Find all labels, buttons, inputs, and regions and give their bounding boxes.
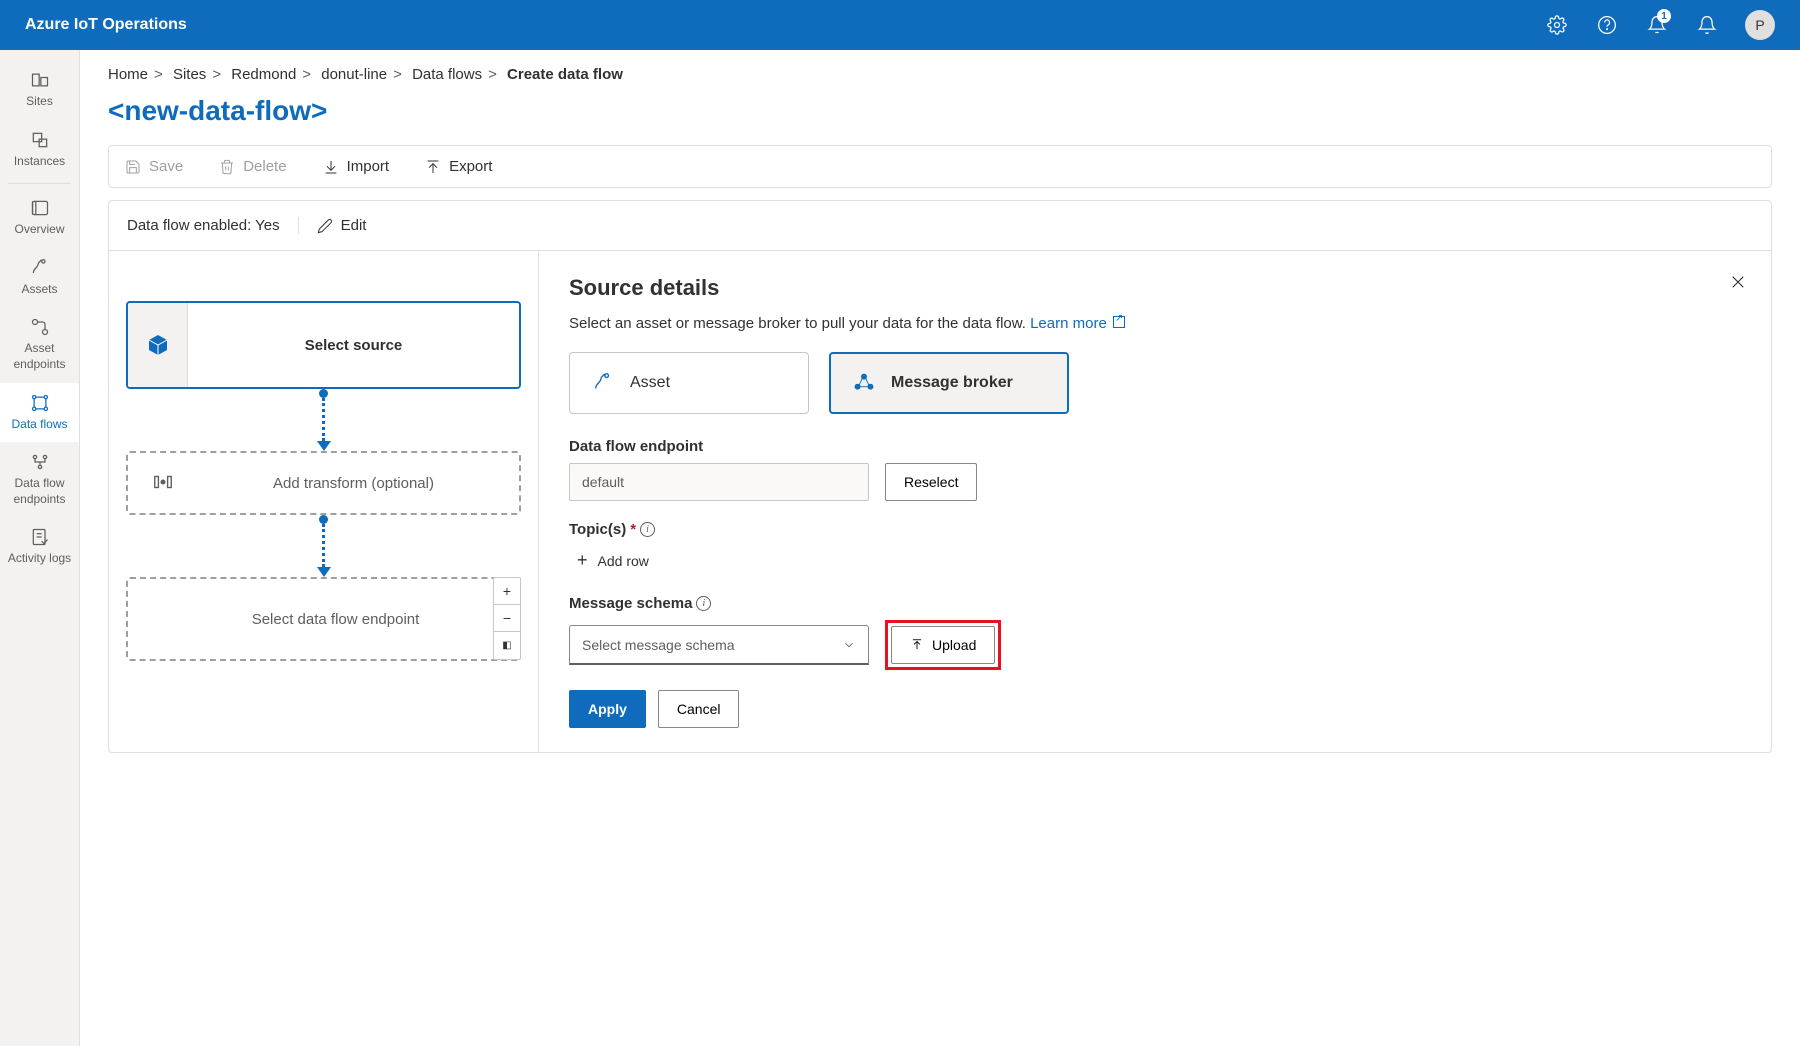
breadcrumb: Home> Sites> Redmond> donut-line> Data f… (108, 66, 1772, 83)
minus-button[interactable]: − (494, 605, 520, 632)
sidebar-item-data-flow-endpoints[interactable]: Data flow endpoints (0, 442, 79, 517)
sidebar-item-instances[interactable]: Instances (0, 120, 79, 180)
info-icon[interactable]: i (696, 596, 711, 611)
delete-button: Delete (219, 158, 286, 175)
breadcrumb-item[interactable]: Redmond (231, 66, 296, 83)
more-button[interactable]: ◧ (494, 632, 520, 659)
topics-label: Topic(s) * i (569, 521, 1741, 538)
plus-button[interactable]: + (494, 578, 520, 605)
header-actions: 1 P (1539, 7, 1775, 43)
reselect-button[interactable]: Reselect (885, 463, 977, 501)
notification-bell-icon[interactable] (1689, 7, 1725, 43)
breadcrumb-item[interactable]: Sites (173, 66, 206, 83)
sidebar: Sites Instances Overview Assets Asset en… (0, 50, 80, 1046)
schema-label: Message schema i (569, 595, 1741, 612)
settings-icon[interactable] (1539, 7, 1575, 43)
add-transform-node[interactable]: Add transform (optional) (126, 451, 521, 515)
schema-select[interactable]: Select message schema (569, 625, 869, 665)
endpoint-controls: + − ◧ (493, 577, 521, 660)
card-header: Data flow enabled: Yes Edit (109, 201, 1771, 251)
upload-highlight: Upload (885, 620, 1001, 670)
page-title: <new-data-flow> (108, 95, 1772, 127)
alert-badge: 1 (1657, 9, 1671, 23)
action-row: Apply Cancel (569, 690, 1741, 728)
endpoint-label: Data flow endpoint (569, 438, 1741, 455)
source-type-options: Asset Message broker (569, 352, 1741, 414)
avatar[interactable]: P (1745, 10, 1775, 40)
import-button[interactable]: Import (323, 158, 390, 175)
breadcrumb-current: Create data flow (507, 66, 623, 83)
sidebar-item-asset-endpoints[interactable]: Asset endpoints (0, 307, 79, 382)
sidebar-item-overview[interactable]: Overview (0, 188, 79, 248)
connector (317, 515, 331, 577)
info-icon[interactable]: i (640, 522, 655, 537)
breadcrumb-item[interactable]: Home (108, 66, 148, 83)
external-link-icon (1113, 316, 1125, 328)
apply-button[interactable]: Apply (569, 690, 646, 728)
sidebar-item-activity-logs[interactable]: Activity logs (0, 517, 79, 577)
option-asset[interactable]: Asset (569, 352, 809, 414)
breadcrumb-item[interactable]: Data flows (412, 66, 482, 83)
cube-icon (128, 303, 188, 387)
export-button[interactable]: Export (425, 158, 492, 175)
endpoint-input (569, 463, 869, 501)
select-source-node[interactable]: Select source (126, 301, 521, 389)
sidebar-item-data-flows[interactable]: Data flows (0, 383, 79, 443)
toolbar: Save Delete Import Export (108, 145, 1772, 188)
main-content: Home> Sites> Redmond> donut-line> Data f… (80, 50, 1800, 1046)
edit-button[interactable]: Edit (317, 217, 367, 234)
transform-icon (152, 471, 174, 496)
add-row-button[interactable]: +Add row (569, 546, 1741, 575)
details-title: Source details (569, 275, 1741, 301)
help-icon[interactable] (1589, 7, 1625, 43)
sidebar-item-assets[interactable]: Assets (0, 248, 79, 308)
app-header: Azure IoT Operations 1 P (0, 0, 1800, 50)
sidebar-item-sites[interactable]: Sites (0, 60, 79, 120)
upload-button[interactable]: Upload (891, 626, 995, 664)
app-title: Azure IoT Operations (25, 16, 187, 34)
save-button: Save (125, 158, 183, 175)
flow-panel: Select source Add transform (optional) S… (109, 251, 539, 752)
alert-bell-icon[interactable]: 1 (1639, 7, 1675, 43)
breadcrumb-item[interactable]: donut-line (321, 66, 387, 83)
option-message-broker[interactable]: Message broker (829, 352, 1069, 414)
connector (317, 389, 331, 451)
details-panel: Source details Select an asset or messag… (539, 251, 1771, 752)
content-card: Data flow enabled: Yes Edit Select sourc… (108, 200, 1772, 753)
status-label: Data flow enabled: Yes (127, 217, 299, 234)
learn-more-link[interactable]: Learn more (1030, 315, 1125, 332)
cancel-button[interactable]: Cancel (658, 690, 740, 728)
details-description: Select an asset or message broker to pul… (569, 315, 1741, 332)
close-icon[interactable] (1729, 273, 1747, 294)
select-endpoint-node[interactable]: Select data flow endpoint + − ◧ (126, 577, 521, 661)
main-container: Sites Instances Overview Assets Asset en… (0, 50, 1800, 1046)
